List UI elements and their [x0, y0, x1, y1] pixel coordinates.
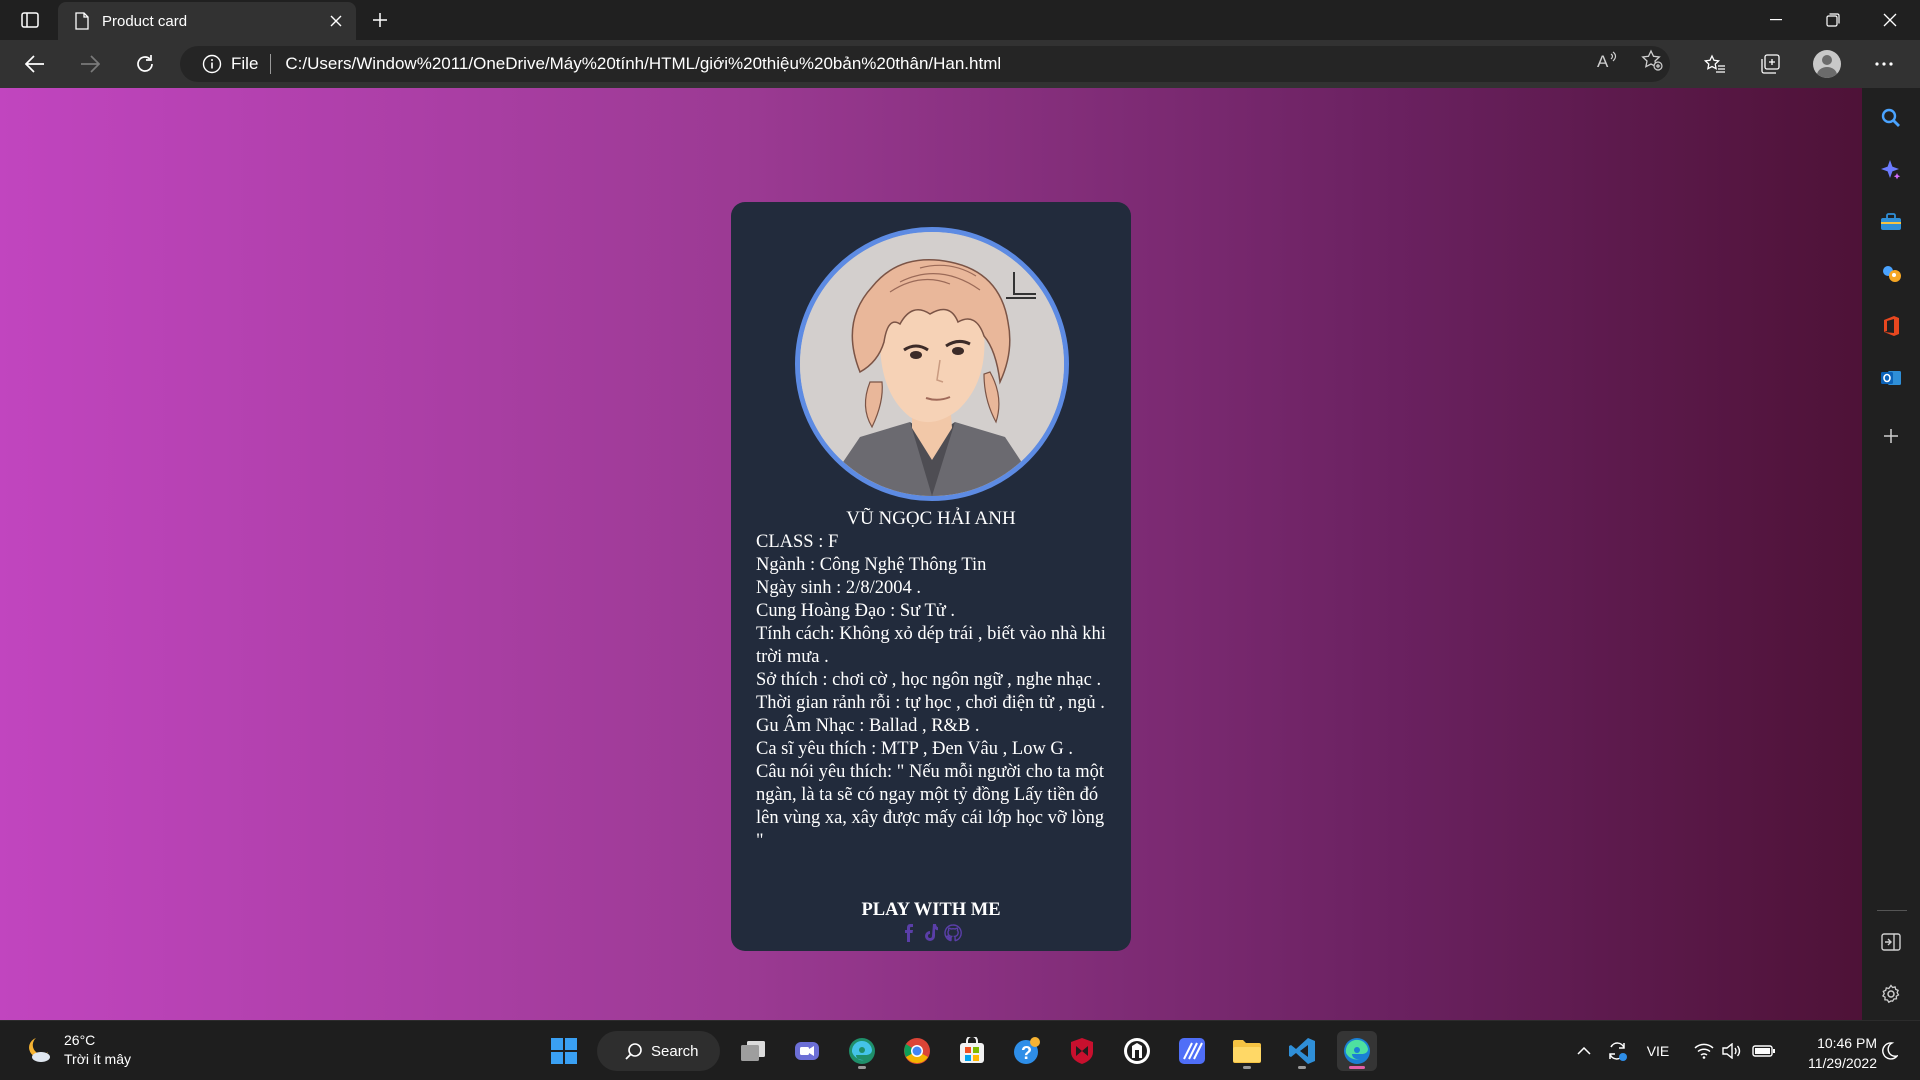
start-icon[interactable]: [544, 1031, 584, 1071]
profile-details: CLASS : F Ngành : Công Nghệ Thông Tin Ng…: [756, 531, 1112, 853]
moon-cloud-icon: [29, 1038, 50, 1062]
chevron-up-icon[interactable]: [1572, 1035, 1596, 1067]
detail-birthday: Ngày sinh : 2/8/2004 .: [756, 578, 921, 598]
chrome-icon[interactable]: [897, 1031, 937, 1071]
weather-desc: Trời ít mây: [64, 1051, 131, 1067]
back-icon[interactable]: [17, 46, 53, 82]
svg-text:A: A: [1597, 52, 1609, 70]
favorites-icon[interactable]: [1697, 46, 1733, 82]
collections-icon[interactable]: [1752, 46, 1788, 82]
mcafee-icon[interactable]: [1062, 1031, 1102, 1071]
svg-text:?: ?: [1021, 1043, 1032, 1063]
search-label: Search: [651, 1042, 699, 1060]
detail-zodiac: Cung Hoàng Đạo : Sư Tử .: [756, 601, 956, 621]
vscode-icon[interactable]: [1282, 1031, 1322, 1071]
profile-name: VŨ NGỌC HẢI ANH: [846, 508, 1016, 529]
refresh-icon[interactable]: [127, 46, 163, 82]
help-icon[interactable]: ?: [1007, 1031, 1047, 1071]
divider: [270, 54, 272, 74]
sync-icon[interactable]: [1604, 1035, 1630, 1067]
app-icon[interactable]: [1117, 1031, 1157, 1071]
copilot-icon[interactable]: [1875, 154, 1907, 186]
add-icon[interactable]: [1875, 420, 1907, 452]
tab-title: Product card: [102, 12, 188, 30]
clock-time: 10:46 PM: [1817, 1035, 1877, 1051]
volume-icon[interactable]: [1720, 1035, 1744, 1067]
detail-hobbies: Sở thích : chơi cờ , học ngôn ngữ , nghe…: [756, 670, 1102, 690]
page-viewport: VŨ NGỌC HẢI ANH CLASS : F Ngành : Công N…: [0, 88, 1862, 1020]
weather-temp: 26°C: [64, 1032, 96, 1048]
github-icon[interactable]: [944, 922, 962, 944]
tab-actions-icon[interactable]: [14, 8, 46, 32]
address-bar[interactable]: File C:/Users/Window%2011/OneDrive/Máy%2…: [180, 46, 1670, 82]
plus-icon[interactable]: [366, 8, 394, 32]
clock[interactable]: 10:46 PM 11/29/2022: [1785, 1033, 1877, 1073]
sidebar-divider: [1877, 910, 1907, 911]
settings-icon[interactable]: [1875, 978, 1907, 1010]
clock-date: 11/29/2022: [1807, 1055, 1877, 1071]
edge-icon[interactable]: [1337, 1031, 1377, 1071]
detail-favorite-quote: Câu nói yêu thích: " Nếu mỗi người cho t…: [756, 762, 1105, 851]
teams-icon[interactable]: [787, 1031, 827, 1071]
store-icon[interactable]: [952, 1031, 992, 1071]
task-view-icon[interactable]: [733, 1031, 773, 1071]
weather-widget[interactable]: 26°C Trời ít mây: [22, 1031, 131, 1069]
tiktok-icon[interactable]: [922, 922, 940, 944]
close-window-icon[interactable]: [1862, 0, 1918, 40]
forward-icon[interactable]: [72, 46, 108, 82]
minimize-icon[interactable]: [1748, 0, 1804, 40]
edge-sidebar: [1862, 88, 1920, 1020]
social-links: [731, 922, 1131, 944]
more-icon[interactable]: [1866, 46, 1902, 82]
taskbar-search[interactable]: Search: [597, 1031, 720, 1071]
detail-personality: Tính cách: Không xỏ dép trái , biết vào …: [756, 624, 1106, 667]
stripes-app-icon[interactable]: [1172, 1031, 1212, 1071]
address-toolbar: File C:/Users/Window%2011/OneDrive/Máy%2…: [0, 40, 1920, 88]
title-bar: Product card: [0, 0, 1920, 40]
read-aloud-icon[interactable]: A: [1595, 48, 1619, 72]
detail-music-taste: Gu Âm Nhạc : Ballad , R&B .: [756, 716, 980, 736]
profile-icon[interactable]: [1809, 46, 1845, 82]
profile-card: VŨ NGỌC HẢI ANH CLASS : F Ngành : Công N…: [731, 202, 1131, 951]
search-glass-icon: [625, 1043, 642, 1060]
wifi-icon[interactable]: [1692, 1035, 1716, 1067]
detail-favorite-singers: Ca sĩ yêu thích : MTP , Đen Vâu , Low G …: [756, 739, 1074, 759]
edge-dev-icon[interactable]: [842, 1031, 882, 1071]
office-icon[interactable]: [1875, 310, 1907, 342]
add-favorite-icon[interactable]: [1640, 48, 1664, 72]
detail-major: Ngành : Công Nghệ Thông Tin: [756, 555, 987, 575]
scheme-label: File: [231, 54, 259, 73]
info-icon[interactable]: [202, 54, 222, 74]
tab-product-card[interactable]: Product card: [58, 2, 356, 40]
tools-icon[interactable]: [1875, 206, 1907, 238]
close-icon[interactable]: [324, 9, 348, 33]
avatar-photo: [795, 227, 1069, 501]
facebook-icon[interactable]: [900, 922, 918, 944]
url-text[interactable]: C:/Users/Window%2011/OneDrive/Máy%20tính…: [285, 54, 1001, 74]
play-with-me-button[interactable]: PLAY WITH ME: [731, 900, 1131, 921]
restore-icon[interactable]: [1805, 0, 1861, 40]
detail-class: CLASS : F: [756, 532, 839, 552]
battery-icon[interactable]: [1750, 1035, 1778, 1067]
detail-free-time: Thời gian rảnh rỗi : tự học , chơi điện …: [756, 693, 1105, 713]
search-icon[interactable]: [1875, 102, 1907, 134]
games-icon[interactable]: [1875, 258, 1907, 290]
hide-sidebar-icon[interactable]: [1875, 926, 1907, 958]
notifications-moon-icon[interactable]: [1878, 1035, 1902, 1067]
language-indicator[interactable]: VIE: [1640, 1035, 1676, 1067]
outlook-icon[interactable]: [1875, 362, 1907, 394]
file-explorer-icon[interactable]: [1227, 1031, 1267, 1071]
taskbar: 26°C Trời ít mây Search ? VIE 10:46 PM 1…: [0, 1020, 1920, 1080]
page-icon: [75, 12, 89, 30]
